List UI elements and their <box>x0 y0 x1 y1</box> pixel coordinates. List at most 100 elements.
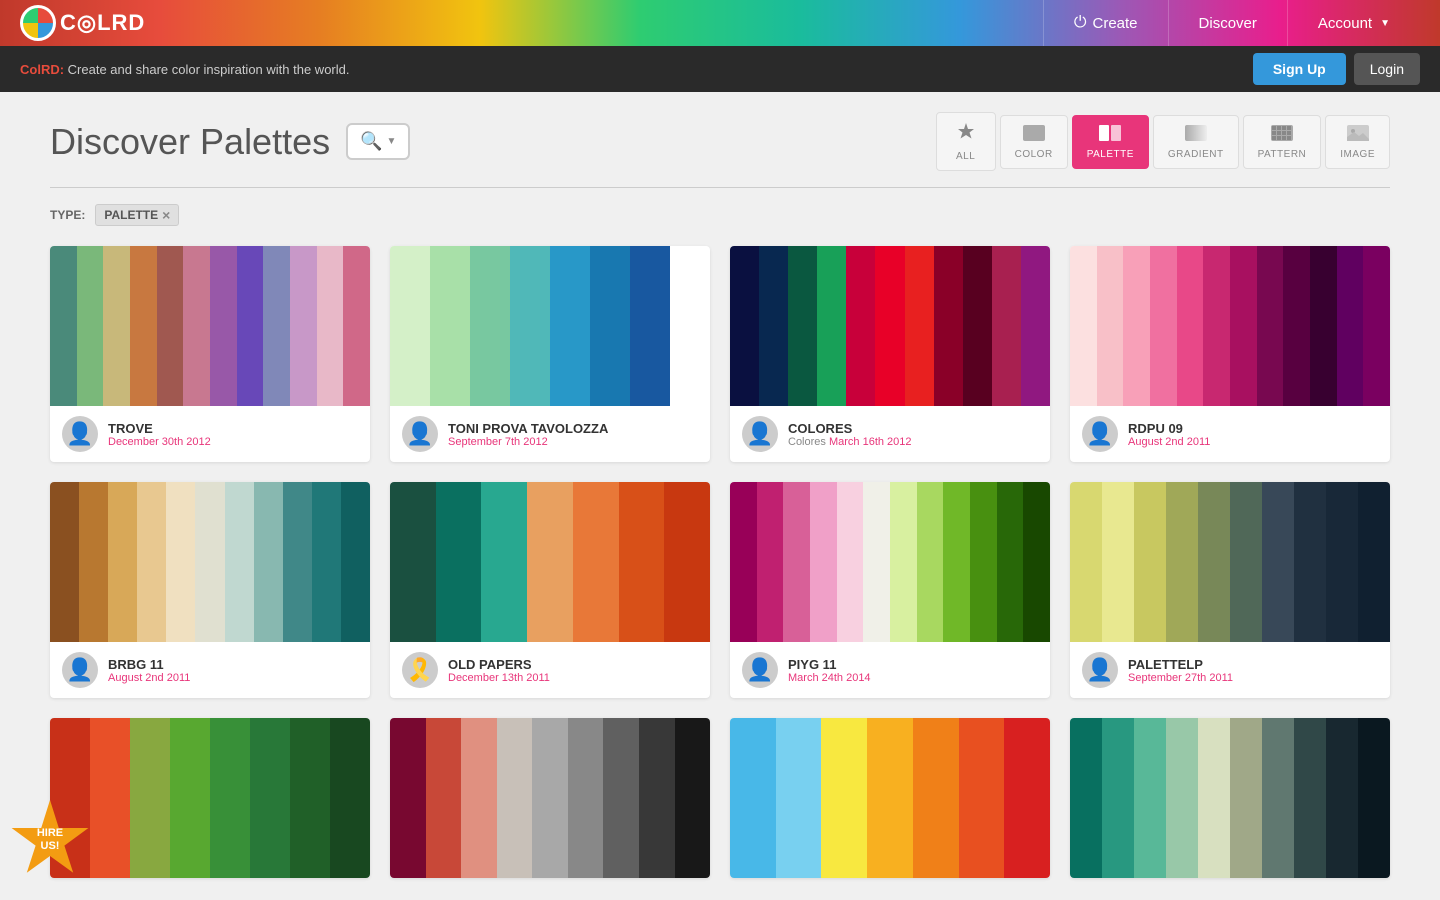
create-nav-item[interactable]: ⏻ Create <box>1043 0 1168 46</box>
color-swatch <box>568 718 604 878</box>
palette-card-old-papers[interactable]: 🎗️ OLD PAPERSDecember 13th 2011 <box>390 482 710 698</box>
color-swatch <box>863 482 890 642</box>
color-swatch <box>283 482 312 642</box>
palette-card-row3-3[interactable] <box>730 718 1050 878</box>
color-swatch <box>50 246 77 406</box>
color-swatch <box>905 246 934 406</box>
all-tab-label: ALL <box>956 151 975 162</box>
color-swatch <box>1004 718 1050 878</box>
color-swatch <box>670 246 710 406</box>
palette-card-colores[interactable]: 👤COLORESColores March 16th 2012 <box>730 246 1050 462</box>
person-icon: 👤 <box>746 421 773 447</box>
pattern-tab-label: PATTERN <box>1258 149 1307 160</box>
search-box[interactable]: 🔍 ▼ <box>346 123 410 160</box>
search-dropdown-arrow: ▼ <box>387 136 397 147</box>
palette-swatches <box>390 246 710 406</box>
color-swatch <box>290 718 330 878</box>
palette-card-row3-4[interactable] <box>1070 718 1390 878</box>
color-swatch <box>810 482 837 642</box>
color-swatch <box>290 246 317 406</box>
image-tab-icon <box>1347 124 1369 147</box>
palette-meta: RDPU 09August 2nd 2011 <box>1128 421 1378 448</box>
color-swatch <box>846 246 875 406</box>
divider <box>50 187 1390 188</box>
palette-card-brbg11[interactable]: 👤 BRBG 11August 2nd 2011 <box>50 482 370 698</box>
palette-card-toni-prova[interactable]: 👤 TONI PROVA TAVOLOZZASeptember 7th 2012 <box>390 246 710 462</box>
palette-card-row3-1[interactable] <box>50 718 370 878</box>
color-swatch <box>170 718 210 878</box>
avatar: 👤 <box>742 652 778 688</box>
color-swatch <box>1230 482 1262 642</box>
search-icon: 🔍 <box>360 131 382 152</box>
filter-tab-image[interactable]: IMAGE <box>1325 115 1390 169</box>
signup-button[interactable]: Sign Up <box>1253 53 1346 85</box>
color-swatch <box>619 482 665 642</box>
color-swatch <box>1102 718 1134 878</box>
palette-card-palettelp[interactable]: 👤PALETTELPSeptember 27th 2011 <box>1070 482 1390 698</box>
type-tag[interactable]: PALETTE × <box>95 204 179 226</box>
filter-tab-all[interactable]: ALL <box>936 112 996 171</box>
color-swatch <box>1097 246 1124 406</box>
palette-name: TONI PROVA TAVOLOZZA <box>448 421 698 436</box>
logo[interactable]: C◎LRD <box>20 5 145 41</box>
filter-tab-palette[interactable]: PALETTE <box>1072 115 1149 169</box>
announce-bar: ColRD: Create and share color inspiratio… <box>0 46 1440 92</box>
filter-tab-gradient[interactable]: GRADIENT <box>1153 115 1239 169</box>
discover-label: Discover <box>1199 15 1257 32</box>
color-swatch <box>817 246 846 406</box>
color-swatch <box>79 482 108 642</box>
color-swatch <box>573 482 619 642</box>
palette-card-piyg11[interactable]: 👤PIYG 11March 24th 2014 <box>730 482 1050 698</box>
color-swatch <box>497 718 533 878</box>
type-tag-value: PALETTE <box>104 208 158 222</box>
palette-grid: 👤TROVEDecember 30th 2012 👤 TONI PROVA TAVO… <box>50 246 1390 878</box>
color-swatch <box>317 246 344 406</box>
color-swatch <box>390 246 430 406</box>
palette-tab-icon <box>1099 124 1121 147</box>
account-nav-item[interactable]: Account ▼ <box>1287 0 1420 46</box>
color-swatch <box>730 718 776 878</box>
palette-swatches <box>1070 482 1390 642</box>
color-swatch <box>130 246 157 406</box>
palette-card-row3-2[interactable] <box>390 718 710 878</box>
login-button[interactable]: Login <box>1354 53 1420 85</box>
announce-text: ColRD: Create and share color inspiratio… <box>20 62 349 77</box>
color-swatch <box>532 718 568 878</box>
color-swatch <box>837 482 864 642</box>
discover-nav-item[interactable]: Discover <box>1168 0 1287 46</box>
palette-swatches <box>50 482 370 642</box>
palette-swatches <box>1070 246 1390 406</box>
main-content: Discover Palettes 🔍 ▼ ALLCOLORPALETTEGRA… <box>0 92 1440 900</box>
palette-card-trove[interactable]: 👤TROVEDecember 30th 2012 <box>50 246 370 462</box>
type-label: TYPE: <box>50 208 85 222</box>
palette-swatches <box>730 482 1050 642</box>
avatar: 🎗️ <box>402 652 438 688</box>
palette-name: TROVE <box>108 421 358 436</box>
color-swatch <box>77 246 104 406</box>
color-swatch <box>1177 246 1204 406</box>
image-tab-label: IMAGE <box>1340 149 1375 160</box>
palette-info: 👤 TONI PROVA TAVOLOZZASeptember 7th 2012 <box>390 406 710 462</box>
header-nav: ⏻ Create Discover Account ▼ <box>1043 0 1420 46</box>
palette-meta: TONI PROVA TAVOLOZZASeptember 7th 2012 <box>448 421 698 448</box>
palette-meta: BRBG 11August 2nd 2011 <box>108 657 358 684</box>
color-swatch <box>963 246 992 406</box>
filter-tab-pattern[interactable]: PATTERN <box>1243 115 1322 169</box>
person-icon: 👤 <box>406 421 433 447</box>
palette-swatches <box>730 246 1050 406</box>
palette-name: RDPU 09 <box>1128 421 1378 436</box>
color-swatch <box>550 246 590 406</box>
palette-card-rdpu09[interactable]: 👤RDPU 09August 2nd 2011 <box>1070 246 1390 462</box>
filter-tab-color[interactable]: COLOR <box>1000 115 1068 169</box>
color-swatch <box>108 482 137 642</box>
palette-meta: OLD PAPERSDecember 13th 2011 <box>448 657 698 684</box>
type-tag-close[interactable]: × <box>162 208 170 222</box>
color-swatch <box>90 718 130 878</box>
color-swatch <box>341 482 370 642</box>
color-swatch <box>1326 718 1358 878</box>
color-swatch <box>1230 246 1257 406</box>
color-swatch <box>675 718 711 878</box>
color-swatch <box>263 246 290 406</box>
color-swatch <box>1023 482 1050 642</box>
person-icon: 👤 <box>66 657 93 683</box>
